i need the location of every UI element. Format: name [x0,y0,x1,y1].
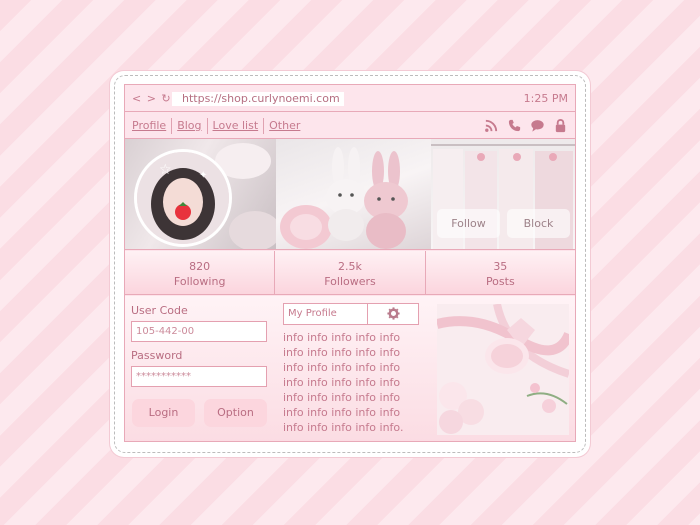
menu-icons [484,118,568,133]
clock: 1:25 PM [523,92,568,105]
side-photo[interactable] [437,304,569,435]
follow-button[interactable]: Follow [437,209,500,238]
stat-following[interactable]: 820 Following [125,251,276,294]
address-bar: < > ↻ https://shop.curlynoemi.com 1:25 P… [125,85,575,112]
svg-text:✦: ✦ [199,170,207,181]
menu-links: Profile Blog Love list Other [132,118,305,134]
stat-value: 35 [493,260,508,273]
browser-window: < > ↻ https://shop.curlynoemi.com 1:25 P… [124,84,576,442]
nav-controls[interactable]: < > ↻ [132,92,172,105]
lock-icon[interactable] [553,118,568,133]
menu-bar: Profile Blog Love list Other [125,112,575,139]
profile-banner: ☆ ✦ Follow Block [125,139,575,250]
stat-posts[interactable]: 35 Posts [426,251,575,294]
rss-icon[interactable] [484,118,499,133]
banner-photo-2 [276,139,431,249]
gear-icon [386,305,400,324]
menu-link-profile[interactable]: Profile [132,118,173,134]
menu-link-love-list[interactable]: Love list [208,118,265,134]
svg-text:☆: ☆ [159,162,172,178]
stat-label: Following [173,275,226,288]
block-button[interactable]: Block [507,209,570,238]
menu-link-blog[interactable]: Blog [172,118,208,134]
url-field[interactable]: https://shop.curlynoemi.com [172,92,344,106]
chat-icon[interactable] [530,118,545,133]
stat-value: 2.5k [338,260,362,273]
profile-info-text: info info info info info info info info … [283,331,404,434]
password-label: Password [131,349,183,362]
profile-tabs: My Profile [283,303,419,325]
stat-value: 820 [189,260,211,273]
phone-icon[interactable] [507,118,522,133]
menu-link-other[interactable]: Other [264,118,305,134]
stat-label: Followers [324,275,376,288]
content-area: User Code Password Login Option My Profi… [125,296,575,441]
stats-bar: 820 Following 2.5k Followers 35 Posts [125,251,575,295]
settings-tab[interactable] [368,303,419,325]
user-code-field[interactable] [131,321,267,342]
option-button[interactable]: Option [204,399,267,427]
user-code-label: User Code [131,304,188,317]
stat-label: Posts [485,275,515,288]
avatar[interactable]: ☆ ✦ [134,149,232,247]
login-button[interactable]: Login [132,399,195,427]
tab-my-profile[interactable]: My Profile [283,303,368,325]
password-field[interactable] [131,366,267,387]
stat-followers[interactable]: 2.5k Followers [275,251,426,294]
